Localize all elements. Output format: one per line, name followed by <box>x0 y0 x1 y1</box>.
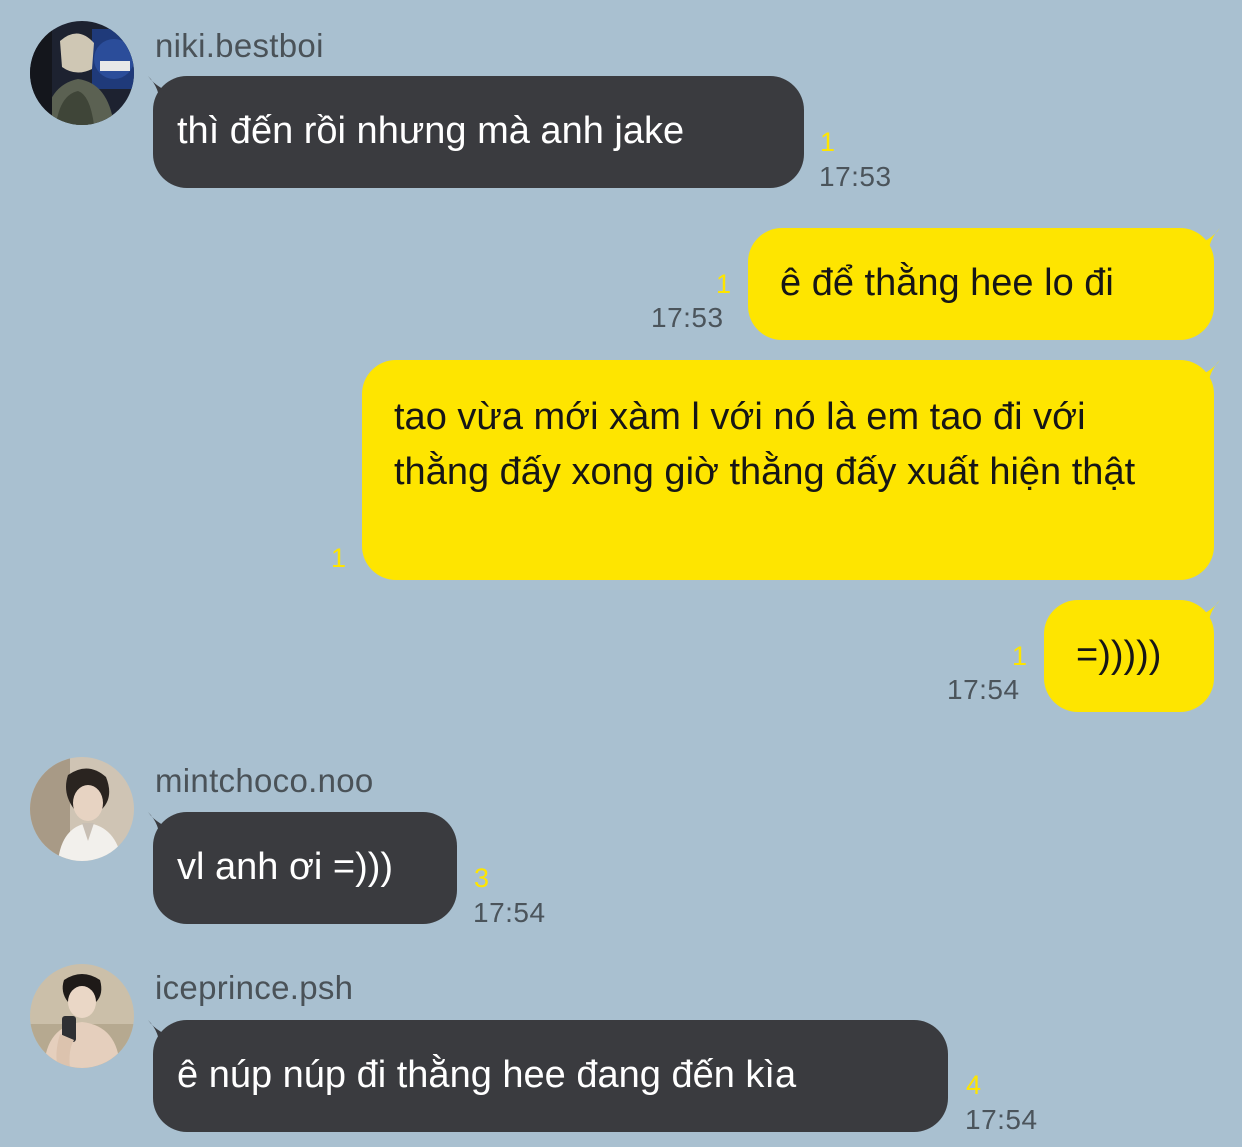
sender-name: mintchoco.noo <box>155 762 374 799</box>
message-time: 17:53 <box>651 302 724 333</box>
message-bubble[interactable]: tao vừa mới xàm l với nó là em tao đi vớ… <box>362 360 1214 580</box>
message-bubble[interactable]: =))))) <box>1044 600 1214 712</box>
message-text: ê núp núp đi thằng hee đang đến kìa <box>177 1054 797 1096</box>
avatar[interactable] <box>30 757 134 861</box>
message-text: tao vừa mới xàm l với nó là em tao đi vớ… <box>394 396 1136 493</box>
avatar[interactable] <box>30 964 134 1068</box>
message-text: ê để thằng hee lo đi <box>780 262 1114 304</box>
bubble-tail <box>1190 600 1220 630</box>
message-bubble[interactable]: ê để thằng hee lo đi <box>748 228 1214 340</box>
message-bubble[interactable]: ê núp núp đi thằng hee đang đến kìa <box>153 1020 948 1132</box>
message-time: 17:54 <box>947 674 1020 705</box>
chat-room: niki.bestboi thì đến rồi nhưng mà anh ja… <box>0 0 1242 1147</box>
message-time: 17:54 <box>965 1104 1038 1135</box>
message-time: 17:54 <box>473 897 546 928</box>
message-bubble[interactable]: thì đến rồi nhưng mà anh jake <box>153 76 804 188</box>
message-text: vl anh ơi =))) <box>177 846 394 888</box>
message-bubble[interactable]: vl anh ơi =))) <box>153 812 457 924</box>
sender-name: iceprince.psh <box>155 969 354 1006</box>
unread-count: 3 <box>474 863 490 893</box>
unread-count: 1 <box>331 543 347 573</box>
avatar[interactable] <box>30 21 134 125</box>
bubble-tail <box>1190 360 1220 390</box>
unread-count: 1 <box>820 127 836 157</box>
unread-count: 4 <box>966 1070 982 1100</box>
sender-name: niki.bestboi <box>155 27 324 64</box>
message-text: thì đến rồi nhưng mà anh jake <box>177 110 685 152</box>
unread-count: 1 <box>716 269 732 299</box>
bubble-tail <box>1190 228 1220 258</box>
message-text: =))))) <box>1076 634 1162 676</box>
unread-count: 1 <box>1012 641 1028 671</box>
message-time: 17:53 <box>819 161 892 192</box>
